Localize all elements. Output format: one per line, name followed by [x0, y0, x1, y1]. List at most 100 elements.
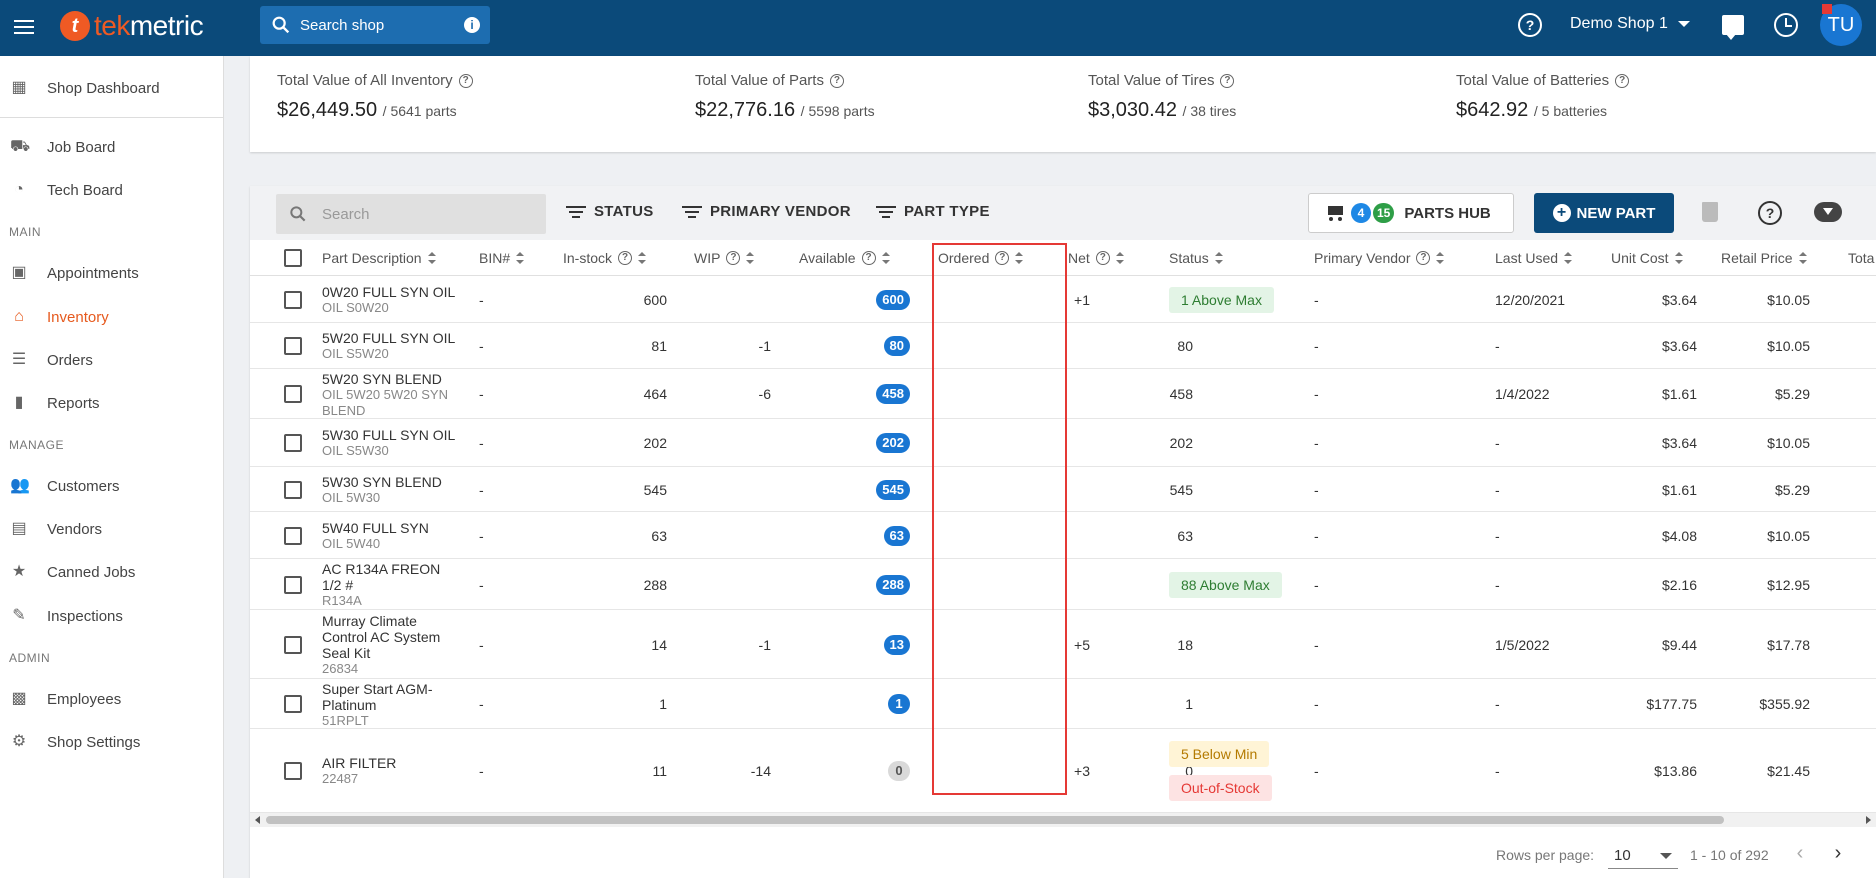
- help-circle-icon[interactable]: ?: [458, 73, 473, 88]
- status-chip-label: 88 Above Max: [1169, 571, 1282, 598]
- col-header-last-used[interactable]: Last Used: [1495, 250, 1573, 266]
- help-circle-icon[interactable]: ?: [1095, 251, 1110, 265]
- part-description[interactable]: 5W30 SYN BLEND OIL 5W30: [322, 474, 462, 506]
- stat-parts: Total Value of Parts? $22,776.16 / 5598 …: [695, 72, 875, 122]
- col-header-retail-price[interactable]: Retail Price: [1721, 250, 1807, 266]
- chat-icon[interactable]: [1722, 15, 1744, 40]
- table-row[interactable]: 5W20 FULL SYN OIL OIL S5W20 - 81 -1 80 - - $3.64…: [250, 323, 1876, 369]
- sidebar-item-employees[interactable]: ▩ Employees: [0, 679, 224, 719]
- col-header-wip[interactable]: WIP?: [694, 250, 755, 266]
- help-circle-icon[interactable]: ?: [1416, 251, 1431, 265]
- clock-icon[interactable]: [1774, 13, 1798, 37]
- part-description[interactable]: Murray Climate Control AC System Seal Ki…: [322, 613, 462, 677]
- row-checkbox[interactable]: [284, 762, 302, 780]
- table-row[interactable]: 5W40 FULL SYN OIL 5W40-63 63- - $4.08 $10.05 6…: [250, 512, 1876, 559]
- status-filter-button[interactable]: STATUS: [566, 203, 654, 220]
- row-checkbox[interactable]: [284, 290, 302, 309]
- available-cell: 600: [770, 289, 910, 310]
- parts-hub-button[interactable]: 4 15 PARTS HUB: [1308, 193, 1514, 233]
- previous-page-icon[interactable]: ‹: [1790, 843, 1810, 863]
- row-checkbox[interactable]: [284, 480, 302, 499]
- delete-icon[interactable]: [1702, 202, 1718, 222]
- table-row[interactable]: Murray Climate Control AC System Seal Ki…: [250, 610, 1876, 679]
- shop-search-input[interactable]: Search shop i: [260, 6, 490, 44]
- horizontal-scrollbar[interactable]: [250, 813, 1876, 827]
- col-header-status[interactable]: Status: [1169, 250, 1223, 266]
- retail-price-cell: $10.05: [1767, 338, 1810, 354]
- primary-vendor-filter-button[interactable]: PRIMARY VENDOR: [682, 203, 851, 220]
- part-description[interactable]: AIR FILTER 22487: [322, 755, 462, 787]
- scroll-right-icon[interactable]: [1866, 816, 1871, 824]
- tekmetric-logo[interactable]: t tekmetric: [60, 10, 204, 42]
- help-circle-icon[interactable]: ?: [726, 251, 741, 265]
- table-row[interactable]: AIR FILTER 22487-11 -14 +3 0- - $13.86 $21.45 0 5…: [250, 729, 1876, 813]
- sidebar-item-customers[interactable]: 👥 Customers: [0, 466, 224, 506]
- help-circle-icon[interactable]: ?: [618, 251, 633, 265]
- sidebar-item-canned-jobs[interactable]: ★ Canned Jobs: [0, 552, 224, 592]
- rows-per-page-select[interactable]: 10: [1608, 841, 1678, 869]
- part-description[interactable]: 0W20 FULL SYN OIL OIL S0W20: [322, 284, 462, 316]
- download-cloud-icon[interactable]: [1814, 202, 1842, 222]
- row-checkbox[interactable]: [284, 575, 302, 594]
- col-header-total[interactable]: Tota: [1848, 250, 1874, 266]
- col-header-vendor[interactable]: Primary Vendor?: [1314, 250, 1445, 266]
- sort-icon: [881, 252, 890, 264]
- sidebar-item-reports[interactable]: ▮ Reports: [0, 383, 224, 423]
- table-row[interactable]: 5W30 SYN BLEND OIL 5W30-545 545- - $1.61 $5.2…: [250, 467, 1876, 512]
- sidebar-item-job-board[interactable]: ⛟ Job Board: [0, 127, 224, 167]
- help-icon[interactable]: ?: [1518, 13, 1542, 37]
- status-badge: Out-of-Stock: [1169, 775, 1272, 801]
- col-header-bin[interactable]: BIN#: [479, 250, 525, 266]
- new-part-button[interactable]: + NEW PART: [1534, 193, 1674, 233]
- col-header-description[interactable]: Part Description: [322, 250, 436, 266]
- shop-selector[interactable]: Demo Shop 1: [1570, 15, 1690, 33]
- sidebar-item-orders[interactable]: ☰ Orders: [0, 340, 224, 380]
- sidebar-item-tech-board[interactable]: ◔ Tech Board: [0, 170, 224, 210]
- table-row[interactable]: Super Start AGM-Platinum 51RPLT - 1 1 - - $177.…: [250, 679, 1876, 729]
- scroll-left-icon[interactable]: [255, 816, 260, 824]
- part-description[interactable]: 5W40 FULL SYN OIL 5W40: [322, 520, 462, 552]
- sidebar-item-inventory[interactable]: ⌂ Inventory: [0, 297, 224, 337]
- part-description[interactable]: 5W20 FULL SYN OIL OIL S5W20: [322, 330, 462, 362]
- col-header-net[interactable]: Net?: [1068, 250, 1124, 266]
- scrollbar-thumb[interactable]: [266, 816, 1724, 824]
- sidebar-item-appointments[interactable]: ▣ Appointments: [0, 253, 224, 293]
- part-description[interactable]: 5W30 FULL SYN OIL OIL S5W30: [322, 427, 462, 459]
- sidebar-item-shop-dashboard[interactable]: ▦ Shop Dashboard: [0, 68, 224, 108]
- col-header-instock[interactable]: In-stock?: [563, 250, 647, 266]
- last-used-cell: -: [1495, 481, 1500, 498]
- row-checkbox[interactable]: [284, 337, 302, 355]
- table-row[interactable]: 5W20 SYN BLEND OIL 5W20 5W20 SYN BLEND - 46…: [250, 369, 1876, 419]
- help-icon[interactable]: ?: [1758, 201, 1782, 225]
- table-row[interactable]: 5W30 FULL SYN OIL OIL S5W30 - 202 202 - - $3.64…: [250, 419, 1876, 467]
- row-checkbox[interactable]: [284, 635, 302, 654]
- info-icon[interactable]: i: [464, 17, 480, 33]
- available-cell: 13: [770, 634, 910, 655]
- help-circle-icon[interactable]: ?: [829, 73, 844, 88]
- table-search-input[interactable]: Search: [276, 194, 546, 234]
- help-circle-icon[interactable]: ?: [1615, 73, 1630, 88]
- sidebar-item-vendors[interactable]: ▤ Vendors: [0, 509, 224, 549]
- row-checkbox[interactable]: [284, 385, 302, 403]
- next-page-icon[interactable]: ›: [1828, 843, 1848, 863]
- col-header-unit-cost[interactable]: Unit Cost: [1611, 250, 1683, 266]
- table-row[interactable]: 0W20 FULL SYN OILOIL S0W20-600+1601-12/2…: [250, 276, 1876, 323]
- sidebar-item-inspections[interactable]: ✎ Inspections: [0, 596, 224, 636]
- table-row[interactable]: AC R134A FREON 1/2 #R134A-288288--$2.16$…: [250, 559, 1876, 610]
- menu-icon[interactable]: [12, 16, 36, 40]
- help-circle-icon[interactable]: ?: [1220, 73, 1235, 88]
- row-checkbox[interactable]: [284, 434, 302, 452]
- sidebar-item-shop-settings[interactable]: ⚙ Shop Settings: [0, 722, 224, 762]
- part-description[interactable]: 5W20 SYN BLEND OIL 5W20 5W20 SYN BLEND: [322, 371, 462, 419]
- row-checkbox[interactable]: [284, 695, 302, 713]
- help-circle-icon[interactable]: ?: [861, 251, 876, 265]
- part-description[interactable]: Super Start AGM-Platinum 51RPLT: [322, 681, 462, 729]
- part-description[interactable]: AC R134A FREON 1/2 # R134A: [322, 561, 462, 609]
- col-header-available[interactable]: Available?: [799, 250, 890, 266]
- row-checkbox[interactable]: [284, 526, 302, 545]
- help-circle-icon[interactable]: ?: [995, 251, 1010, 265]
- part-type-filter-button[interactable]: PART TYPE: [876, 203, 990, 220]
- select-all-checkbox[interactable]: [284, 249, 302, 267]
- col-header-ordered[interactable]: Ordered?: [938, 250, 1024, 266]
- retail-price-cell: $5.29: [1774, 481, 1810, 498]
